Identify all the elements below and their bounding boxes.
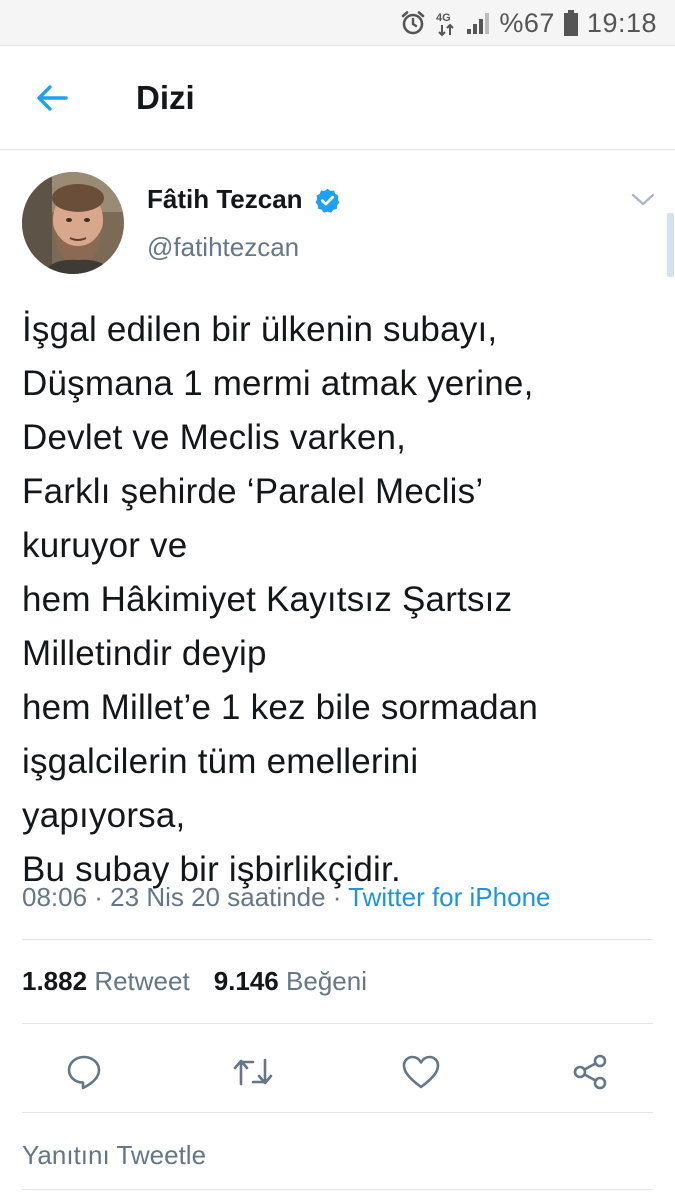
retweet-button[interactable] bbox=[229, 1048, 277, 1096]
tweet-line: Düşmana 1 mermi atmak yerine, bbox=[22, 364, 534, 403]
chevron-down-icon[interactable] bbox=[630, 192, 656, 208]
status-bar: 4G %67 19:18 bbox=[0, 0, 675, 46]
battery-icon bbox=[563, 10, 578, 36]
retweet-count: 1.882 bbox=[22, 966, 88, 996]
tweet-line: Milletindir deyip bbox=[22, 634, 267, 673]
battery-percent: %67 bbox=[499, 7, 555, 38]
divider bbox=[22, 1189, 653, 1190]
arrow-left-icon bbox=[37, 85, 68, 111]
status-icons: 4G %67 19:18 bbox=[400, 0, 657, 46]
verified-badge-icon bbox=[315, 188, 340, 213]
tweet-line: kuruyor ve bbox=[22, 526, 188, 565]
like-count: 9.146 bbox=[213, 966, 279, 996]
clock: 19:18 bbox=[586, 7, 657, 38]
tweet-line: hem Millet’e 1 kez bile sormadan bbox=[22, 688, 539, 727]
tweet-line: Farklı şehirde ‘Paralel Meclis’ bbox=[22, 472, 484, 511]
avatar[interactable] bbox=[22, 172, 124, 274]
tweet-meta: 08:06 · 23 Nis 20 saatinde · Twitter for… bbox=[22, 882, 550, 913]
tweet-source-link[interactable]: Twitter for iPhone bbox=[348, 882, 550, 912]
retweet-icon bbox=[233, 1058, 273, 1086]
like-label: Beğeni bbox=[286, 966, 367, 996]
page-title: Dizi bbox=[136, 79, 195, 116]
tweet-line: hem Hâkimiyet Kayıtsız Şartsız bbox=[22, 580, 513, 619]
author-name[interactable]: Fâtih Tezcan bbox=[147, 184, 303, 215]
reply-button[interactable] bbox=[60, 1048, 108, 1096]
tweet-text: İşgal edilen bir ülkenin subayı, Düşmana… bbox=[22, 303, 662, 897]
reply-input[interactable]: Yanıtını Tweetle bbox=[22, 1140, 206, 1171]
divider bbox=[22, 939, 653, 940]
network-4g-icon: 4G bbox=[435, 9, 457, 37]
tweet-timestamp: 08:06 · 23 Nis 20 saatinde · bbox=[22, 882, 349, 912]
share-icon bbox=[573, 1054, 607, 1090]
scrollbar-thumb[interactable] bbox=[667, 213, 674, 277]
author-handle[interactable]: @fatihtezcan bbox=[147, 232, 299, 263]
signal-icon bbox=[466, 11, 490, 35]
tweet-line: yapıyorsa, bbox=[22, 796, 186, 835]
divider bbox=[22, 1112, 653, 1113]
tweet-actions bbox=[0, 1038, 675, 1104]
retweet-stat[interactable]: 1.882 Retweet bbox=[22, 966, 190, 996]
share-button[interactable] bbox=[566, 1048, 614, 1096]
alarm-icon bbox=[400, 10, 426, 36]
heart-icon bbox=[402, 1055, 440, 1089]
like-stat[interactable]: 9.146 Beğeni bbox=[214, 966, 367, 996]
svg-text:4G: 4G bbox=[436, 12, 451, 24]
retweet-label: Retweet bbox=[94, 966, 190, 996]
reply-icon bbox=[67, 1055, 101, 1090]
back-button[interactable] bbox=[28, 76, 76, 120]
divider bbox=[22, 1023, 653, 1024]
tweet-line: Devlet ve Meclis varken, bbox=[22, 418, 407, 457]
tweet-line: işgalcilerin tüm emellerini bbox=[22, 742, 419, 781]
like-button[interactable] bbox=[397, 1048, 445, 1096]
app-bar: Dizi bbox=[0, 46, 675, 150]
tweet-stats: 1.882 Retweet 9.146 Beğeni bbox=[22, 966, 367, 997]
tweet-line: İşgal edilen bir ülkenin subayı, bbox=[22, 310, 498, 349]
